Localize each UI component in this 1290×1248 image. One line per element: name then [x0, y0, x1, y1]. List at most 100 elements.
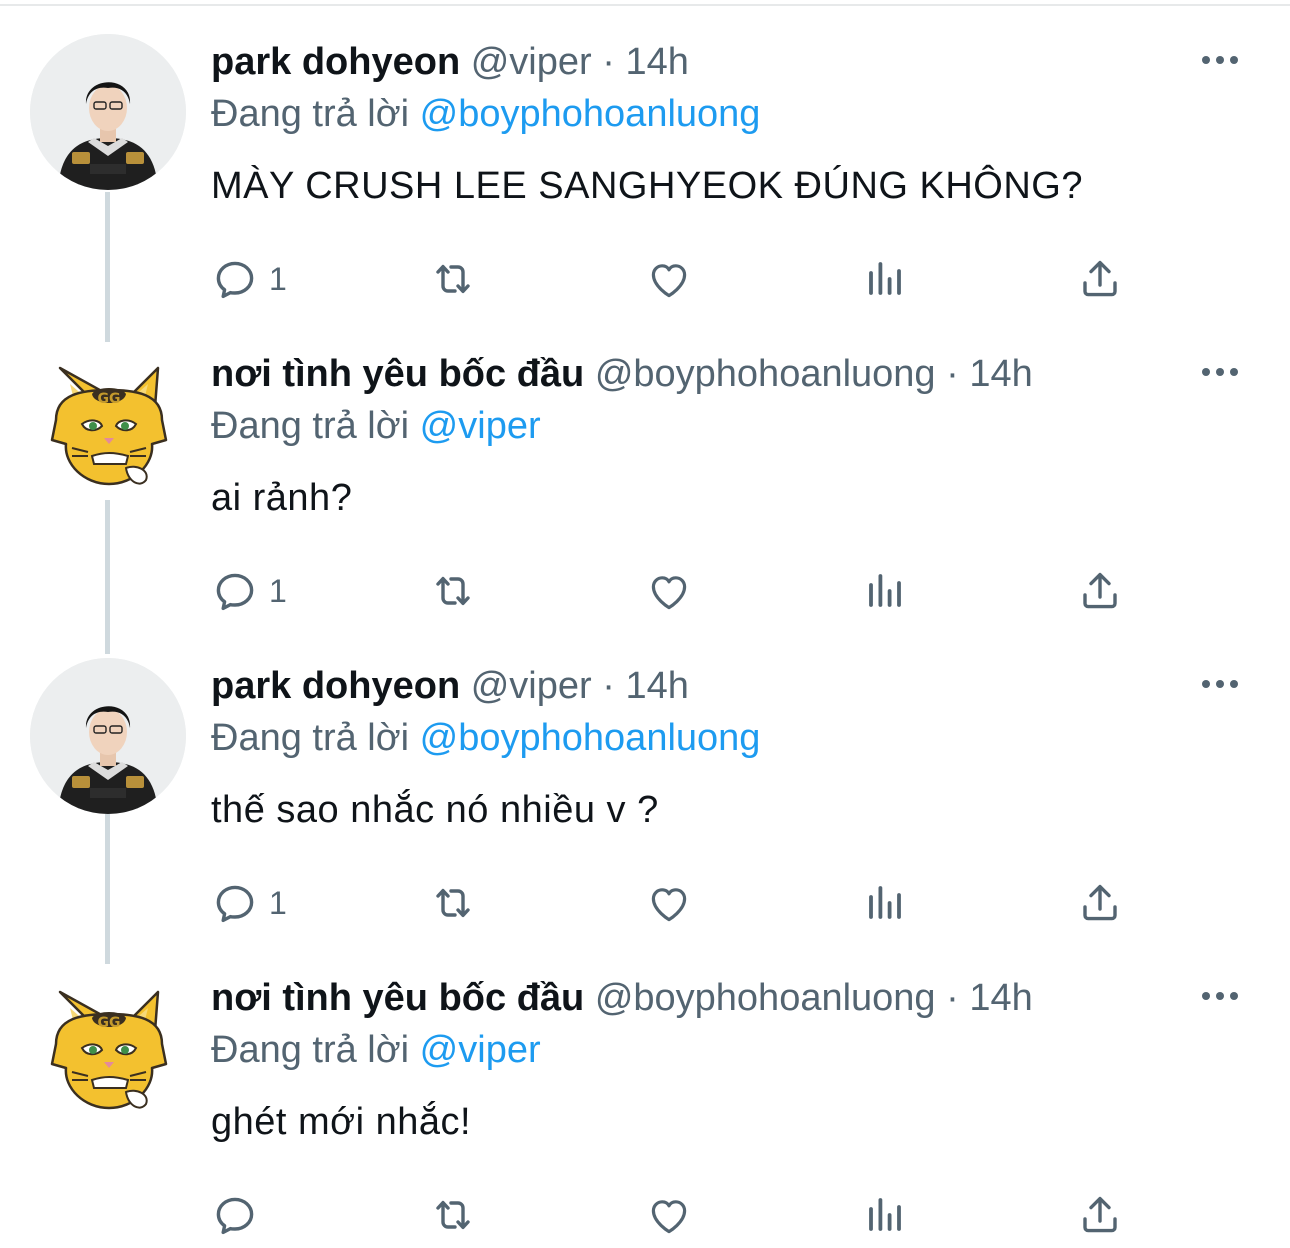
share-icon: [1076, 879, 1124, 927]
reply-count: 1: [269, 572, 287, 609]
user-handle[interactable]: @boyphohoanluong: [595, 977, 936, 1019]
views-chart-icon: [861, 1191, 909, 1239]
views-chart-icon: [861, 879, 909, 927]
tweet-text: ai rảnh?: [211, 477, 353, 519]
reply-icon: [211, 255, 259, 303]
more-options-icon[interactable]: [1190, 48, 1250, 72]
cartoon-cat-avatar: [42, 984, 176, 1118]
reply-icon: [211, 567, 259, 615]
avatar[interactable]: [30, 658, 186, 814]
like-button[interactable]: [645, 254, 693, 304]
reply-count: 1: [269, 260, 287, 297]
separator-dot: ·: [602, 665, 615, 707]
retweet-icon: [429, 255, 477, 303]
reply-button[interactable]: 1: [211, 254, 287, 304]
timestamp[interactable]: 14h: [969, 353, 1032, 395]
reply-button[interactable]: 1: [211, 878, 287, 928]
more-options-icon[interactable]: [1190, 984, 1250, 1008]
tweet[interactable]: nơi tình yêu bốc đầu @boyphohoanluong · …: [0, 970, 1290, 1248]
tweet-text: thế sao nhắc nó nhiều v ?: [211, 789, 659, 831]
replying-to-label: Đang trả lời: [211, 1029, 410, 1071]
tweet-actions: 1: [211, 878, 1211, 928]
cartoon-cat-avatar: [42, 360, 176, 494]
display-name[interactable]: nơi tình yêu bốc đầu: [211, 353, 584, 395]
views-chart-icon: [861, 567, 909, 615]
reply-button[interactable]: 1: [211, 566, 287, 616]
replying-to: Đang trả lời @boyphohoanluong: [211, 716, 760, 760]
tweet-text: MÀY CRUSH LEE SANGHYEOK ĐÚNG KHÔNG?: [211, 165, 1083, 207]
retweet-icon: [429, 1191, 477, 1239]
tweet-text: ghét mới nhắc!: [211, 1101, 472, 1143]
tweet-header: nơi tình yêu bốc đầu @boyphohoanluong · …: [211, 352, 1033, 396]
more-options-icon[interactable]: [1190, 360, 1250, 384]
tweet[interactable]: park dohyeon @viper · 14h Đang trả lời @…: [0, 34, 1290, 334]
retweet-icon: [429, 567, 477, 615]
replying-to-label: Đang trả lời: [211, 93, 410, 135]
replying-to: Đang trả lời @boyphohoanluong: [211, 92, 760, 136]
replying-to-label: Đang trả lời: [211, 405, 410, 447]
share-button[interactable]: [1076, 566, 1124, 616]
timestamp[interactable]: 14h: [969, 977, 1032, 1019]
share-button[interactable]: [1076, 254, 1124, 304]
tweet-actions: 1: [211, 566, 1211, 616]
views-button[interactable]: [861, 878, 909, 928]
tweet-actions: 1: [211, 254, 1211, 304]
like-button[interactable]: [645, 878, 693, 928]
heart-icon: [645, 255, 693, 303]
retweet-button[interactable]: [429, 566, 477, 616]
heart-icon: [645, 879, 693, 927]
share-icon: [1076, 567, 1124, 615]
separator-dot: ·: [946, 977, 959, 1019]
share-icon: [1076, 255, 1124, 303]
avatar[interactable]: [42, 360, 176, 494]
views-chart-icon: [861, 255, 909, 303]
reply-count: 1: [269, 884, 287, 921]
like-button[interactable]: [645, 1190, 693, 1240]
retweet-button[interactable]: [429, 1190, 477, 1240]
heart-icon: [645, 1191, 693, 1239]
tweet[interactable]: nơi tình yêu bốc đầu @boyphohoanluong · …: [0, 346, 1290, 646]
reply-button[interactable]: [211, 1190, 269, 1240]
views-button[interactable]: [861, 1190, 909, 1240]
separator-dot: ·: [946, 353, 959, 395]
avatar[interactable]: [30, 34, 186, 190]
player-photo-avatar: [30, 34, 186, 190]
mention-link[interactable]: @viper: [420, 1029, 541, 1071]
mention-link[interactable]: @boyphohoanluong: [420, 717, 761, 759]
mention-link[interactable]: @boyphohoanluong: [420, 93, 761, 135]
more-options-icon[interactable]: [1190, 672, 1250, 696]
reply-icon: [211, 1191, 259, 1239]
avatar[interactable]: [42, 984, 176, 1118]
views-button[interactable]: [861, 566, 909, 616]
tweet-header: nơi tình yêu bốc đầu @boyphohoanluong · …: [211, 976, 1033, 1020]
display-name[interactable]: nơi tình yêu bốc đầu: [211, 977, 584, 1019]
display-name[interactable]: park dohyeon: [211, 41, 460, 83]
views-button[interactable]: [861, 254, 909, 304]
tweet-header: park dohyeon @viper · 14h: [211, 40, 689, 84]
replying-to: Đang trả lời @viper: [211, 404, 541, 448]
separator-dot: ·: [602, 41, 615, 83]
player-photo-avatar: [30, 658, 186, 814]
share-button[interactable]: [1076, 1190, 1124, 1240]
retweet-button[interactable]: [429, 878, 477, 928]
replying-to: Đang trả lời @viper: [211, 1028, 541, 1072]
retweet-icon: [429, 879, 477, 927]
reply-icon: [211, 879, 259, 927]
timestamp[interactable]: 14h: [625, 41, 688, 83]
user-handle[interactable]: @viper: [471, 41, 592, 83]
like-button[interactable]: [645, 566, 693, 616]
mention-link[interactable]: @viper: [420, 405, 541, 447]
share-icon: [1076, 1191, 1124, 1239]
user-handle[interactable]: @boyphohoanluong: [595, 353, 936, 395]
share-button[interactable]: [1076, 878, 1124, 928]
user-handle[interactable]: @viper: [471, 665, 592, 707]
top-divider: [0, 4, 1290, 6]
tweet-actions: [211, 1190, 1211, 1240]
heart-icon: [645, 567, 693, 615]
retweet-button[interactable]: [429, 254, 477, 304]
replying-to-label: Đang trả lời: [211, 717, 410, 759]
timestamp[interactable]: 14h: [625, 665, 688, 707]
tweet-header: park dohyeon @viper · 14h: [211, 664, 689, 708]
tweet[interactable]: park dohyeon @viper · 14h Đang trả lời @…: [0, 658, 1290, 958]
display-name[interactable]: park dohyeon: [211, 665, 460, 707]
